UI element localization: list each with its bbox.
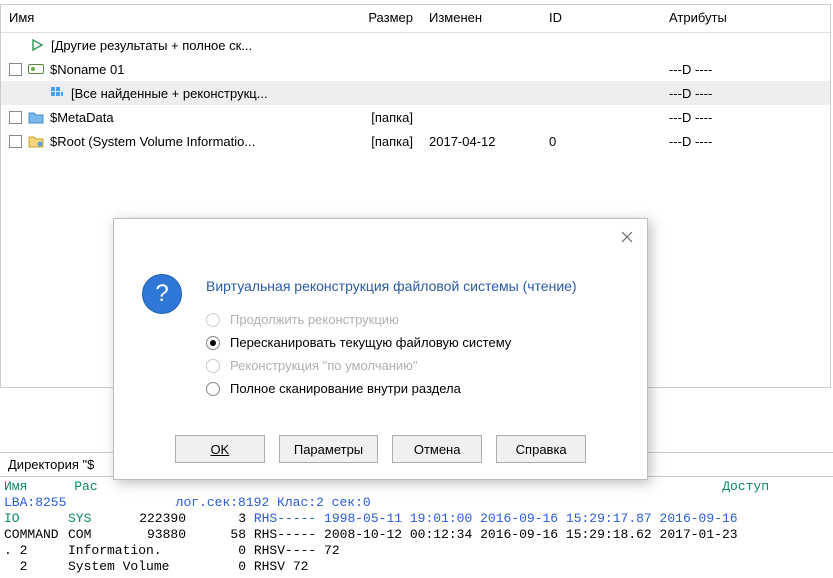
term-cell: 0 <box>188 543 246 559</box>
row-mod: 2017-04-12 <box>421 134 541 149</box>
radio-icon <box>206 313 220 327</box>
row-id: 0 <box>541 134 661 149</box>
table-row[interactable]: $Noname 01 ---D ---- <box>1 57 830 81</box>
question-icon: ? <box>142 274 182 314</box>
term-header-ext: Рас <box>74 479 97 495</box>
radio-full-scan[interactable]: Полное сканирование внутри раздела <box>206 381 577 396</box>
radio-label: Полное сканирование внутри раздела <box>230 381 461 396</box>
table-row[interactable]: $MetaData [папка] ---D ---- <box>1 105 830 129</box>
dialog-title: Виртуальная реконструкция файловой систе… <box>206 278 577 294</box>
folder-icon <box>28 109 44 125</box>
radio-label: Пересканировать текущую файловую систему <box>230 335 511 350</box>
col-header-name[interactable]: Имя <box>1 5 351 32</box>
radio-rescan[interactable]: Пересканировать текущую файловую систему <box>206 335 577 350</box>
col-header-id[interactable]: ID <box>541 5 661 32</box>
term-cell: IO <box>4 511 68 527</box>
cancel-button[interactable]: Отмена <box>392 435 482 463</box>
folder-icon <box>28 133 44 149</box>
table-row[interactable]: [Другие результаты + полное ск... <box>1 33 830 57</box>
row-size: [папка] <box>351 134 421 149</box>
table-row[interactable]: [Все найденные + реконструкц... ---D ---… <box>1 81 830 105</box>
table-row[interactable]: $Root (System Volume Informatio... [папк… <box>1 129 830 153</box>
term-cell: 2016-09-16 <box>660 511 738 527</box>
term-cell: RHSV---- <box>254 543 316 559</box>
row-attr: ---D ---- <box>661 62 781 77</box>
term-cell: 2008-10-12 00:12:34 <box>324 527 472 543</box>
term-header-name: Имя <box>4 479 27 495</box>
term-cell: 2017-01-23 <box>660 527 738 543</box>
row-name: $MetaData <box>50 110 114 125</box>
row-checkbox[interactable] <box>9 135 22 148</box>
term-cell: RHS----- <box>254 511 316 527</box>
row-attr: ---D ---- <box>661 134 781 149</box>
term-cell: 222390 <box>114 511 186 527</box>
play-icon <box>29 37 45 53</box>
term-cell: System Volume <box>68 559 188 575</box>
ok-button[interactable]: OK <box>175 435 265 463</box>
row-checkbox[interactable] <box>9 111 22 124</box>
term-sector-info: лог.сек:8192 Клас:2 сек:0 <box>176 495 371 511</box>
col-header-attributes[interactable]: Атрибуты <box>661 5 781 32</box>
radio-default: Реконструкция "по умолчанию" <box>206 358 577 373</box>
radio-icon[interactable] <box>206 336 220 350</box>
table-header: Имя Размер Изменен ID Атрибуты <box>1 5 830 33</box>
row-checkbox[interactable] <box>9 63 22 76</box>
term-cell: . 2 <box>4 543 68 559</box>
term-cell: 72 <box>324 543 340 559</box>
term-cell: COM <box>68 527 114 543</box>
terminal-output: Имя Рас Доступ LBA:8255 лог.сек:8192 Кла… <box>0 477 833 577</box>
term-cell: 2016-09-16 15:29:18.62 <box>480 527 652 543</box>
radio-label: Реконструкция "по умолчанию" <box>230 358 418 373</box>
radio-icon[interactable] <box>206 382 220 396</box>
row-name: [Другие результаты + полное ск... <box>51 38 252 53</box>
term-header-access: Доступ <box>722 479 829 495</box>
term-cell: RHS----- <box>254 527 316 543</box>
col-header-modified[interactable]: Изменен <box>421 5 541 32</box>
term-lba: LBA:8255 <box>4 495 66 511</box>
close-icon[interactable] <box>617 227 637 247</box>
radio-label: Продолжить реконструкцию <box>230 312 399 327</box>
term-cell: RHSV <box>254 559 285 575</box>
row-attr: ---D ---- <box>661 86 781 101</box>
term-cell: 2 <box>4 559 68 575</box>
term-cell: 58 <box>186 527 246 543</box>
row-attr: ---D ---- <box>661 110 781 125</box>
term-cell: Information. <box>68 543 188 559</box>
term-cell: 72 <box>293 559 309 575</box>
row-name: [Все найденные + реконструкц... <box>71 86 268 101</box>
row-name: $Noname 01 <box>50 62 124 77</box>
parameters-button[interactable]: Параметры <box>279 435 378 463</box>
radio-continue: Продолжить реконструкцию <box>206 312 577 327</box>
col-header-size[interactable]: Размер <box>351 5 421 32</box>
grid-icon <box>49 85 65 101</box>
drive-icon <box>28 61 44 77</box>
term-cell: 3 <box>186 511 246 527</box>
term-cell: 2016-09-16 15:29:17.87 <box>480 511 652 527</box>
term-cell: 0 <box>188 559 246 575</box>
help-button[interactable]: Справка <box>496 435 586 463</box>
term-cell: 93880 <box>114 527 186 543</box>
reconstruction-dialog: ? Виртуальная реконструкция файловой сис… <box>113 218 648 480</box>
row-name: $Root (System Volume Informatio... <box>50 134 255 149</box>
term-cell: 1998-05-11 19:01:00 <box>324 511 472 527</box>
radio-icon <box>206 359 220 373</box>
term-cell: COMMAND <box>4 527 68 543</box>
term-cell: SYS <box>68 511 114 527</box>
row-size: [папка] <box>351 110 421 125</box>
